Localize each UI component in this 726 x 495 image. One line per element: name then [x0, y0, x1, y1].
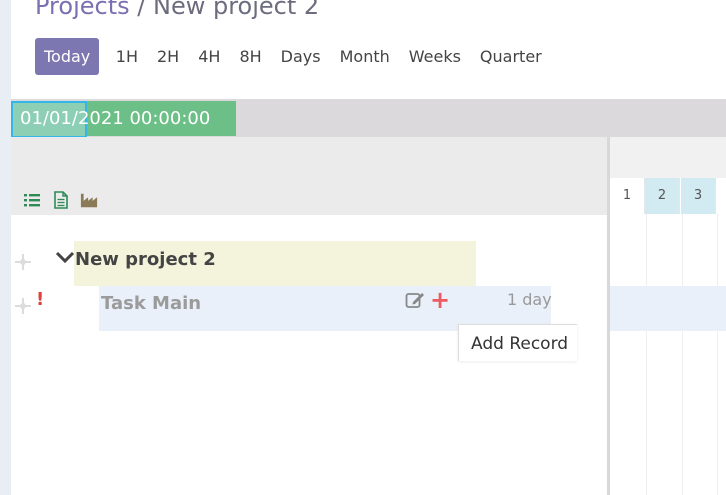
tooltip-text: Add Record [471, 334, 569, 354]
start-date-text: 01/01/2021 00:00:00 [20, 108, 211, 129]
add-icon[interactable]: + [430, 288, 450, 312]
zoom-1h-button[interactable]: 1H [106, 38, 147, 75]
drag-handle-icon[interactable] [14, 253, 32, 271]
zoom-2h-button[interactable]: 2H [148, 38, 189, 75]
today-button[interactable]: Today [35, 38, 100, 75]
day-gridline [717, 214, 718, 495]
zoom-days-button[interactable]: Days [271, 38, 330, 75]
breadcrumb: Projects / New project 2 [35, 0, 319, 20]
drag-handle-icon[interactable] [14, 297, 32, 315]
zoom-4h-button[interactable]: 4H [189, 38, 230, 75]
day-gridline [682, 214, 683, 495]
task-name: Task Main [101, 293, 202, 314]
warning-icon: ! [36, 289, 45, 310]
day-cell-weekend: 3 [681, 178, 716, 214]
zoom-quarter-button[interactable]: Quarter [470, 38, 551, 75]
day-cell-weekend: 2 [645, 178, 680, 214]
project-name: New project 2 [75, 249, 216, 270]
grid-header [11, 137, 608, 215]
add-record-tooltip: Add Record [458, 324, 577, 361]
document-icon[interactable] [52, 191, 70, 209]
task-timeline-row [610, 286, 726, 331]
task-duration: 1 day [507, 290, 552, 309]
breadcrumb-parent-link[interactable]: Projects [35, 0, 130, 20]
edit-icon[interactable] [405, 291, 425, 309]
list-icon[interactable] [23, 191, 41, 209]
left-edge-strip [0, 0, 11, 495]
zoom-month-button[interactable]: Month [330, 38, 399, 75]
zoom-8h-button[interactable]: 8H [230, 38, 271, 75]
chevron-down-icon[interactable] [55, 250, 75, 264]
zoom-toolbar: Today 1H 2H 4H 8H Days Month Weeks Quart… [35, 38, 551, 75]
day-cell: 1 [610, 178, 645, 214]
timeline-month-header [610, 137, 726, 178]
day-gridline [646, 214, 647, 495]
breadcrumb-current: New project 2 [153, 0, 320, 20]
factory-icon[interactable] [80, 191, 98, 209]
zoom-weeks-button[interactable]: Weeks [399, 38, 470, 75]
breadcrumb-separator: / [137, 0, 146, 20]
